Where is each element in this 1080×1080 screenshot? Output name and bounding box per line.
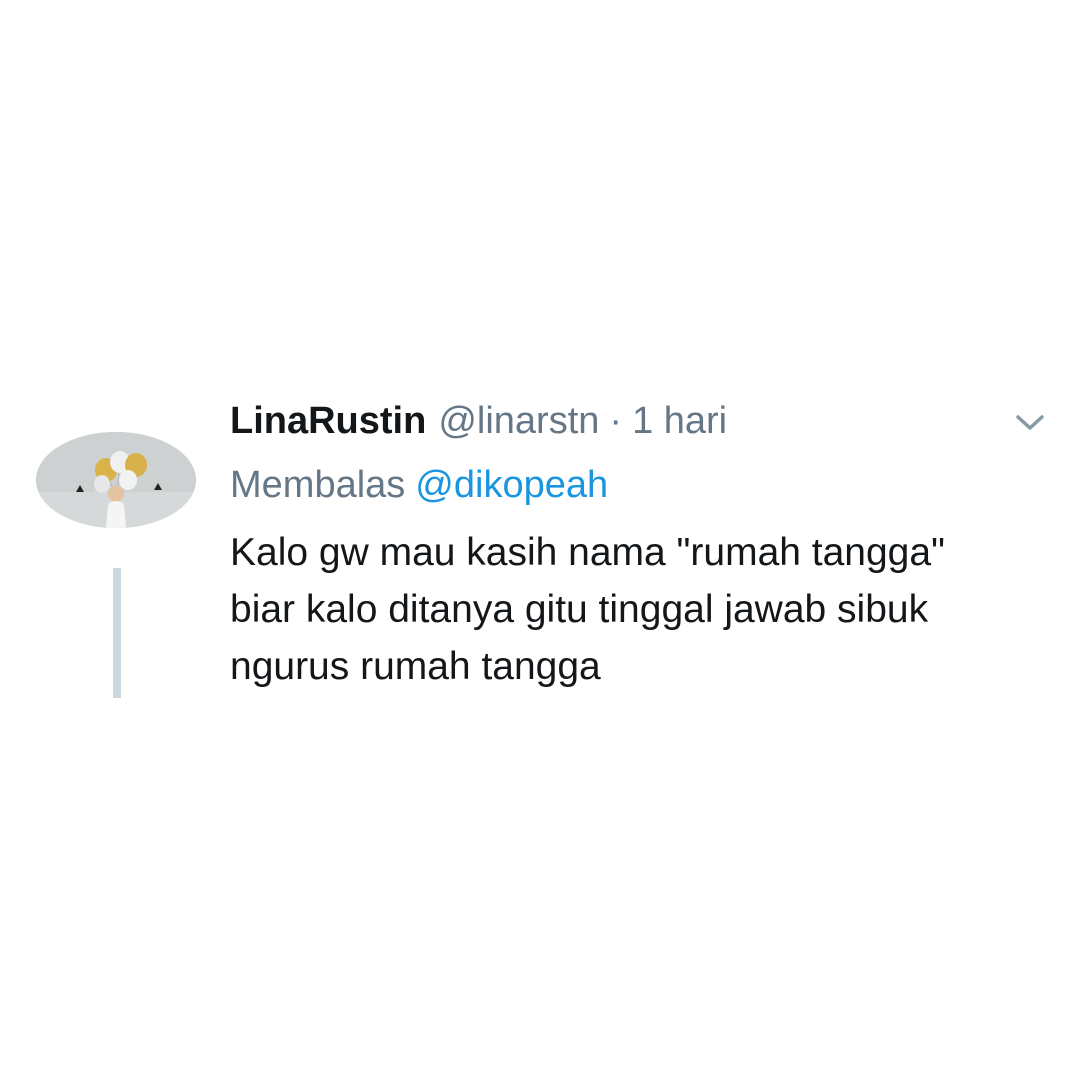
author-handle[interactable]: @linarstn bbox=[438, 396, 599, 446]
reply-to-user-link[interactable]: @dikopeah bbox=[415, 464, 608, 506]
reply-context: Membalas @dikopeah bbox=[230, 460, 608, 510]
reply-prefix: Membalas bbox=[230, 464, 406, 506]
tweet-text-line: ngurus rumah tangga bbox=[230, 645, 601, 688]
separator-dot: · bbox=[609, 400, 623, 442]
tweet-header: LinaRustin @linarstn · 1 hari bbox=[230, 396, 727, 446]
tweet[interactable]: LinaRustin @linarstn · 1 hari Membalas @d… bbox=[0, 0, 1080, 1080]
author-name[interactable]: LinaRustin bbox=[230, 396, 426, 446]
thread-connector-line bbox=[113, 568, 121, 698]
tweet-body: Kalo gw mau kasih nama "rumah tangga" bi… bbox=[230, 524, 1060, 695]
chevron-down-icon[interactable] bbox=[1012, 408, 1048, 436]
tweet-text-line: Kalo gw mau kasih nama "rumah tangga" bbox=[230, 531, 945, 574]
avatar[interactable] bbox=[36, 432, 196, 528]
avatar-image bbox=[36, 432, 196, 528]
tweet-timestamp[interactable]: 1 hari bbox=[632, 396, 727, 446]
tweet-text-line: biar kalo ditanya gitu tinggal jawab sib… bbox=[230, 588, 929, 631]
